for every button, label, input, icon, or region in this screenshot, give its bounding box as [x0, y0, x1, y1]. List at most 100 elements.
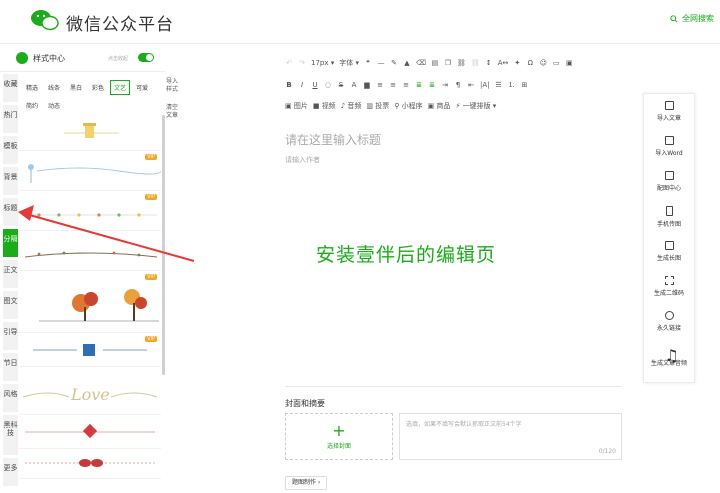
briefcase-icon[interactable]: ▣: [565, 59, 573, 67]
align-right-icon[interactable]: ≡: [402, 81, 410, 89]
unlink-icon[interactable]: ⛓: [471, 59, 480, 67]
style-item-cup[interactable]: [19, 115, 161, 151]
strikethrough-icon[interactable]: S: [337, 81, 345, 89]
long-image-button[interactable]: 生成长图: [644, 234, 694, 269]
style-item-leaf-branch[interactable]: [19, 231, 161, 271]
insert-vote-label: 投票: [375, 102, 390, 110]
qrcode-button[interactable]: 生成二维码: [644, 269, 694, 304]
filter-cute[interactable]: 可爱: [132, 80, 152, 95]
author-input[interactable]: 请输入作者: [285, 155, 320, 165]
auto-format-label: 一键排版: [462, 102, 491, 110]
cover-section-title: 封面和摘要: [285, 399, 325, 408]
category-tab-template[interactable]: 模板: [3, 136, 18, 164]
style-panel-toggle[interactable]: [138, 53, 154, 62]
category-tab-favorites[interactable]: 收藏: [3, 74, 18, 102]
filter-animated[interactable]: 动态: [44, 98, 64, 113]
template-icon[interactable]: ▤: [431, 59, 439, 67]
align-justify-all-icon[interactable]: ≣: [428, 81, 436, 89]
quote-icon[interactable]: ❝: [364, 59, 372, 67]
select-cover-button[interactable]: + 选择封面: [285, 413, 393, 460]
font-size-select[interactable]: 17px ▾: [311, 59, 334, 67]
global-search-link[interactable]: 全网搜索: [670, 13, 714, 24]
bold-icon[interactable]: B: [285, 81, 293, 89]
category-tab-divider[interactable]: 分隔: [3, 229, 18, 257]
category-tab-guide[interactable]: 引导: [3, 322, 18, 350]
style-item-red-bow[interactable]: [19, 449, 161, 479]
align-justify-icon[interactable]: ≣: [415, 81, 423, 89]
insert-miniprogram-button[interactable]: ⚲ 小程序: [394, 101, 422, 111]
numbered-list-icon[interactable]: ⒈: [508, 80, 516, 90]
insert-audio-button[interactable]: ♪ 音频: [341, 101, 362, 111]
link-icon[interactable]: ⛓: [457, 59, 466, 67]
import-article-button[interactable]: 导入文章: [644, 94, 694, 129]
indent-icon[interactable]: ⇥: [441, 81, 449, 89]
paste-icon[interactable]: ❐: [444, 59, 452, 67]
text-spacing-icon[interactable]: |A|: [480, 81, 490, 89]
align-center-icon[interactable]: ≡: [389, 81, 397, 89]
font-color-icon[interactable]: ▲: [403, 59, 411, 67]
format-brush-icon[interactable]: ✎: [390, 59, 398, 67]
insert-video-button[interactable]: ■ 视频: [313, 101, 336, 111]
cover-image-maker-button[interactable]: 题图制作 ›: [285, 476, 328, 490]
import-word-button[interactable]: 导入Word: [644, 129, 694, 164]
magic-wand-icon[interactable]: ✦: [513, 59, 521, 67]
font-family-select[interactable]: 字体 ▾: [339, 58, 359, 68]
import-style-button[interactable]: 导入样式: [166, 78, 178, 94]
category-tab-title[interactable]: 标题: [3, 198, 18, 226]
category-tab-background[interactable]: 背景: [3, 167, 18, 195]
italic-icon[interactable]: I: [298, 81, 306, 89]
bullet-list-icon[interactable]: ☰: [495, 81, 503, 89]
image-center-button[interactable]: 配图中心: [644, 164, 694, 199]
first-line-indent-icon[interactable]: ⇤: [467, 81, 475, 89]
insert-product-button[interactable]: ▣ 商品: [428, 101, 451, 111]
style-item-autumn-tree[interactable]: VIP: [19, 271, 161, 333]
filter-featured[interactable]: 精选: [22, 80, 42, 95]
filter-black-white[interactable]: 黑白: [66, 80, 86, 95]
table-icon[interactable]: ⊞: [521, 81, 529, 89]
auto-format-button[interactable]: ⚡ 一键排版 ▾: [455, 101, 496, 111]
highlight-icon[interactable]: ▆: [363, 81, 371, 89]
style-list-scrollbar[interactable]: [162, 115, 165, 375]
category-tab-festival[interactable]: 节日: [3, 353, 18, 381]
insert-vote-button[interactable]: ▥ 投票: [366, 101, 389, 111]
underline-icon[interactable]: U: [311, 81, 319, 89]
letter-spacing-icon[interactable]: A↔: [498, 59, 509, 67]
category-tab-image-text[interactable]: 图文: [3, 291, 18, 319]
category-tab-tech[interactable]: 黑科技: [3, 415, 18, 455]
paragraph-spacing-icon[interactable]: ¶: [454, 81, 462, 89]
line-height-icon[interactable]: ↕: [485, 59, 493, 67]
clear-article-button[interactable]: 清空文章: [166, 104, 178, 120]
category-tab-more[interactable]: 更多: [3, 458, 18, 486]
filter-colorful[interactable]: 彩色: [88, 80, 108, 95]
collapse-link[interactable]: 点击收起: [108, 55, 128, 62]
style-item-flower-dots[interactable]: VIP: [19, 191, 161, 231]
filter-simple[interactable]: 简约: [22, 98, 42, 113]
phone-upload-button[interactable]: 手机传图: [644, 199, 694, 234]
undo-icon[interactable]: ↶: [285, 59, 293, 67]
import-article-label: 导入文章: [656, 115, 681, 122]
style-item-blue-line[interactable]: VIP: [19, 333, 161, 367]
insert-image-button[interactable]: ▣ 图片: [285, 101, 308, 111]
article-audio-button[interactable]: ♫ 生成文章音频: [644, 339, 694, 374]
card-icon[interactable]: ▭: [552, 59, 560, 67]
category-tab-style[interactable]: 风格: [3, 384, 18, 412]
style-item-fish[interactable]: VIP: [19, 151, 161, 191]
horizontal-rule-icon[interactable]: —: [377, 59, 385, 67]
filter-lines[interactable]: 线条: [44, 80, 64, 95]
special-char-icon[interactable]: Ω: [526, 59, 534, 67]
redo-icon[interactable]: ↷: [298, 59, 306, 67]
category-tab-hot[interactable]: 热门: [3, 105, 18, 133]
style-item-love-script[interactable]: Love: [19, 367, 161, 415]
text-color-icon[interactable]: A: [350, 81, 358, 89]
align-left-icon[interactable]: ≡: [376, 81, 384, 89]
phone-upload-label: 手机传图: [656, 220, 681, 228]
category-tab-body[interactable]: 正文: [3, 260, 18, 288]
clear-format-icon[interactable]: ⌫: [416, 59, 426, 67]
title-input[interactable]: 请在这里输入标题: [285, 131, 381, 148]
permanent-link-button[interactable]: 永久链接: [644, 304, 694, 339]
emoji-icon[interactable]: ☺: [539, 59, 547, 67]
style-item-red-knot[interactable]: [19, 415, 161, 449]
border-icon[interactable]: ◌: [324, 81, 332, 89]
summary-input[interactable]: 选填，如果不填写会默认抓取正文前54个字 0/120: [399, 413, 622, 460]
filter-literary[interactable]: 文艺: [110, 80, 131, 95]
